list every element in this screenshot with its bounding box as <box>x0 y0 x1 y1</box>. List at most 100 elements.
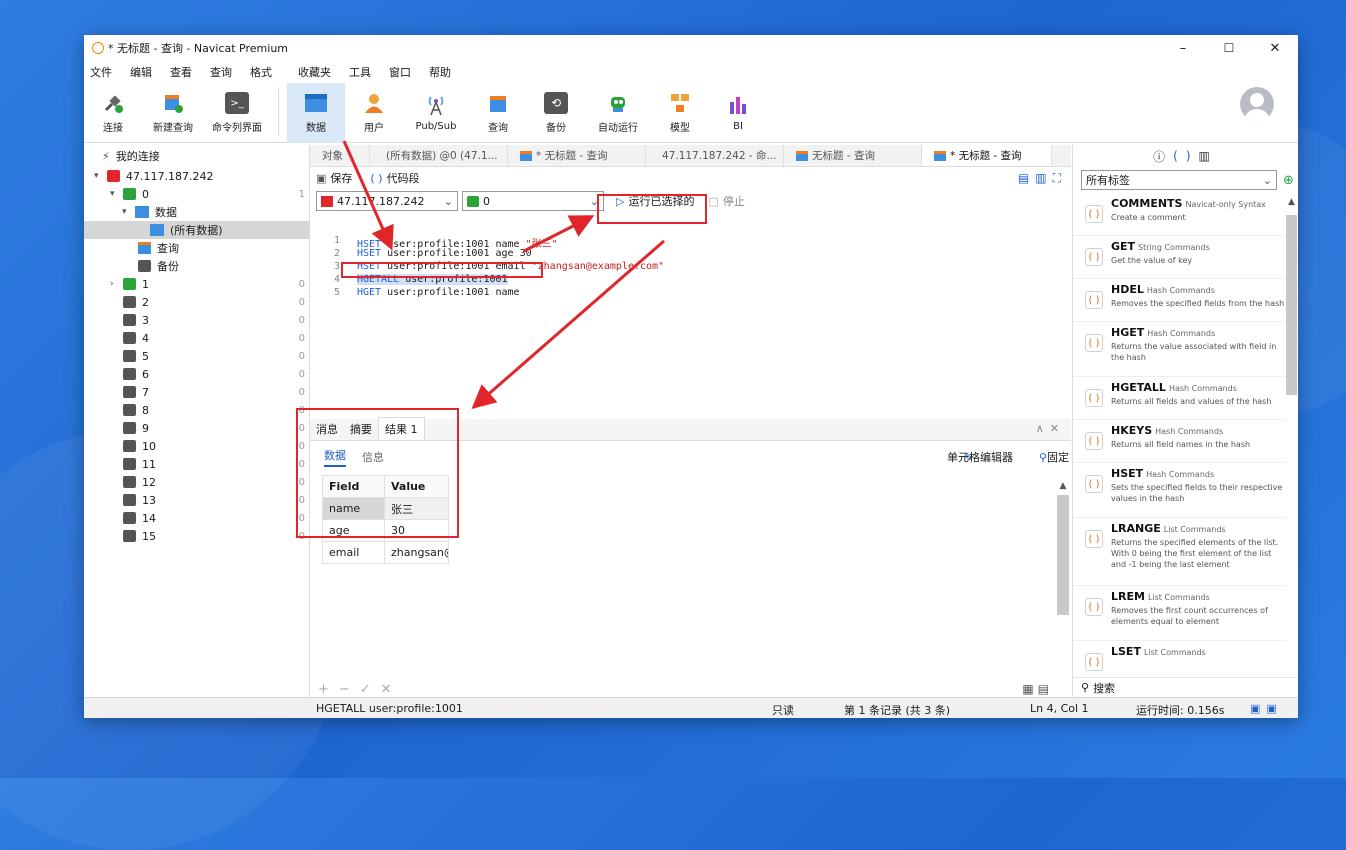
tab-objects[interactable]: 对象 <box>310 145 370 166</box>
database-node-12[interactable]: 12 0 <box>84 473 309 491</box>
minimize-button[interactable]: – <box>1160 35 1206 61</box>
add-snippet-icon[interactable]: ⊕ <box>1283 173 1294 188</box>
menu-tools[interactable]: 工具 <box>349 64 371 80</box>
command-line-button[interactable]: >_ 命令列界面 <box>204 83 270 143</box>
stop-button[interactable]: 停止 <box>723 193 745 209</box>
tag-filter-select[interactable]: 所有标签 ⌄ <box>1081 170 1277 190</box>
snippet-title: HSET <box>1111 467 1144 480</box>
automation-button[interactable]: 自动运行 <box>585 83 651 143</box>
cell-field[interactable]: email <box>322 541 385 564</box>
cell-editor-button[interactable]: 单元格编辑器 <box>947 449 1013 465</box>
model-button[interactable]: 模型 <box>651 83 709 143</box>
snippet-item[interactable]: ( ) HGETALL Hash Commands Returns all field… <box>1073 377 1286 420</box>
all-data-node[interactable]: (所有数据) <box>84 221 309 239</box>
connection-node[interactable]: ▾ 47.117.187.242 <box>84 167 309 185</box>
snippet-item[interactable]: ( ) HSET Hash Commands Sets the specified f… <box>1073 463 1286 518</box>
maximize-button[interactable]: ☐ <box>1206 35 1252 61</box>
user-avatar[interactable] <box>1240 87 1274 121</box>
database-icon <box>123 386 136 398</box>
sql-editor[interactable]: 1 HSET user:profile:1001 name "张三" 2 HSET u… <box>310 233 1071 389</box>
backup-node[interactable]: 备份 <box>84 257 309 275</box>
database-node-14[interactable]: 14 0 <box>84 509 309 527</box>
database-select[interactable]: 0 ⌄ <box>462 191 604 211</box>
query-icon <box>138 242 151 254</box>
snippet-item[interactable]: ( ) LREM List Commands Removes the first co… <box>1073 586 1286 641</box>
menu-favorites[interactable]: 收藏夹 <box>298 64 331 80</box>
scrollbar-thumb[interactable] <box>1057 495 1069 615</box>
snippet-scrollbar[interactable]: ▲ <box>1286 197 1297 667</box>
menu-edit[interactable]: 编辑 <box>130 64 152 80</box>
snippet-title: HKEYS <box>1111 424 1153 437</box>
new-query-button[interactable]: 新建查询 <box>142 83 204 143</box>
database-node-4[interactable]: 40 <box>84 329 309 347</box>
database-icon <box>123 476 136 488</box>
snippet-search-bar[interactable]: ⚲ 搜索 <box>1073 677 1298 697</box>
menu-query[interactable]: 查询 <box>210 64 232 80</box>
close-button[interactable]: ✕ <box>1252 35 1298 61</box>
connection-select[interactable]: 47.117.187.242 ⌄ <box>316 191 458 211</box>
database-node-7[interactable]: 70 <box>84 383 309 401</box>
snippet-item[interactable]: ( ) HDEL Hash Commands Removes the specifie… <box>1073 279 1286 322</box>
save-button[interactable]: 保存 <box>330 170 352 186</box>
connect-button[interactable]: 连接 <box>84 83 142 143</box>
database-node-13[interactable]: 13 0 <box>84 491 309 509</box>
code-line[interactable]: HSET user:profile:1001 age 30 <box>357 248 532 259</box>
tab-all-data[interactable]: (所有数据) @0 (47.1... <box>370 145 508 166</box>
cell-value[interactable]: zhangsan@example.com <box>384 541 449 564</box>
query-button[interactable]: 查询 <box>469 83 527 143</box>
panel-toggle-icons[interactable]: ▣▣ <box>1250 702 1283 715</box>
database-node-11[interactable]: 11 0 <box>84 455 309 473</box>
database-node-15[interactable]: 15 0 <box>84 527 309 545</box>
redis-icon <box>107 170 120 182</box>
hgetall-line-highlight <box>341 262 543 278</box>
snippet-item[interactable]: ( ) GET String Commands Get the value of ke… <box>1073 236 1286 279</box>
database-node-3[interactable]: 30 <box>84 311 309 329</box>
pubsub-button[interactable]: Pub/Sub <box>403 83 469 143</box>
database-icon <box>123 458 136 470</box>
layout-toggle-icons[interactable]: ▤▥⛶ <box>1018 171 1067 186</box>
database-node-9[interactable]: 90 <box>84 419 309 437</box>
database-node-0[interactable]: ▾ 0 1 <box>84 185 309 203</box>
table-row[interactable]: emailzhangsan@example.com <box>322 541 449 564</box>
menu-format[interactable]: 格式 <box>250 64 272 80</box>
data-button[interactable]: 数据 <box>287 83 345 143</box>
snippet-item[interactable]: ( ) COMMENTS Navicat-only Syntax Create a c… <box>1073 193 1286 236</box>
user-button[interactable]: 用户 <box>345 83 403 143</box>
tab-untitled-query-2[interactable]: 无标题 - 查询 <box>784 145 922 166</box>
snippet-item[interactable]: ( ) HGET Hash Commands Returns the value as… <box>1073 322 1286 377</box>
menu-window[interactable]: 窗口 <box>389 64 411 80</box>
chevron-down-icon: ⌄ <box>1262 173 1272 187</box>
snippet-item[interactable]: ( ) LRANGE List Commands Returns the specif… <box>1073 518 1286 586</box>
code-line[interactable]: HGET user:profile:1001 name <box>357 287 520 298</box>
snippet-icon: ( ) <box>1085 598 1103 616</box>
info-snippet-layout-icons[interactable]: ⓘ() ▥ <box>1073 145 1298 167</box>
scrollbar-thumb[interactable] <box>1286 215 1297 395</box>
snippet-item[interactable]: ( ) LSET List Commands <box>1073 641 1286 673</box>
collapse-close-icons[interactable]: ∧✕ <box>1036 422 1065 435</box>
add-delete-apply-cancel-icons[interactable]: +−✓✕ <box>318 682 402 697</box>
database-icon <box>123 404 136 416</box>
database-node-10[interactable]: 10 0 <box>84 437 309 455</box>
snippet-button[interactable]: 代码段 <box>387 170 420 186</box>
window-title: * 无标题 - 查询 - Navicat Premium <box>108 42 289 55</box>
menu-file[interactable]: 文件 <box>90 64 112 80</box>
tab-untitled-query-active[interactable]: * 无标题 - 查询 <box>922 145 1052 166</box>
database-node-5[interactable]: 50 <box>84 347 309 365</box>
snippet-item[interactable]: ( ) HKEYS Hash Commands Returns all field n… <box>1073 420 1286 463</box>
bi-button[interactable]: BI <box>709 83 767 143</box>
tab-command-line[interactable]: 47.117.187.242 - 命... <box>646 145 784 166</box>
query-node[interactable]: 查询 <box>84 239 309 257</box>
tab-untitled-query-1[interactable]: * 无标题 - 查询 <box>508 145 646 166</box>
database-node-1[interactable]: › 1 0 <box>84 275 309 293</box>
data-node[interactable]: ▾ 数据 <box>84 203 309 221</box>
result-scrollbar[interactable]: ▲ <box>1057 481 1069 681</box>
backup-button[interactable]: ⟲ 备份 <box>527 83 585 143</box>
database-node-2[interactable]: 20 <box>84 293 309 311</box>
pin-button[interactable]: 固定 <box>1047 449 1069 465</box>
bi-icon <box>726 94 750 116</box>
database-node-6[interactable]: 60 <box>84 365 309 383</box>
database-node-8[interactable]: 80 <box>84 401 309 419</box>
menu-view[interactable]: 查看 <box>170 64 192 80</box>
menu-help[interactable]: 帮助 <box>429 64 451 80</box>
grid-form-view-icons[interactable]: ▦▤ <box>1022 682 1053 696</box>
